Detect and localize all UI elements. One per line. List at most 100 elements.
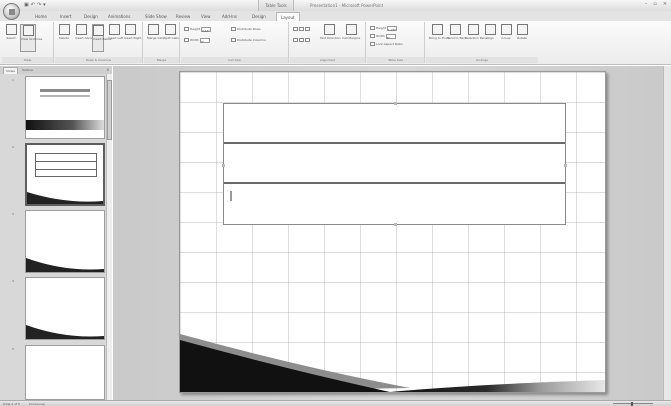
- view-gridlines-button[interactable]: View Gridlines: [20, 24, 42, 52]
- table-width-spinner[interactable]: 8": [385, 33, 396, 40]
- slide-number: 5: [12, 347, 14, 351]
- slide-thumbnail-selected[interactable]: [25, 143, 105, 206]
- tab-outline[interactable]: Outline: [20, 67, 35, 74]
- group-label: Cell Size: [181, 57, 288, 63]
- quick-access-toolbar: ▣ ↶ ↷ ▾: [24, 2, 46, 8]
- slide-canvas[interactable]: [179, 71, 606, 393]
- align-button[interactable]: Align: [483, 24, 497, 52]
- align-left-icon[interactable]: [293, 38, 298, 42]
- table-height-control[interactable]: Height 1.96": [370, 25, 397, 32]
- horizontal-align-buttons[interactable]: [293, 37, 311, 43]
- cell-margins-icon: [345, 24, 357, 35]
- tab-view[interactable]: View: [201, 12, 211, 21]
- slide-thumbnail[interactable]: [25, 210, 105, 273]
- split-cells-button[interactable]: Split Cells: [164, 24, 179, 52]
- group-icon: [500, 24, 512, 35]
- tab-add-ins[interactable]: Add-Ins: [222, 12, 237, 21]
- tab-review[interactable]: Review: [176, 12, 190, 21]
- select-button[interactable]: Select: [5, 24, 17, 52]
- checkbox-icon[interactable]: [370, 42, 375, 46]
- group-label: Table: [2, 57, 53, 63]
- tab-slide-show[interactable]: Slide Show: [145, 12, 167, 21]
- group-label: Arrange: [426, 57, 538, 63]
- tab-animations[interactable]: Animations: [108, 12, 130, 21]
- slides-pane: Slides Outline x 1 2 3 4 5: [0, 66, 112, 400]
- group-label: Table Size: [367, 57, 424, 63]
- ribbon-tabs: Home Insert Design Animations Slide Show…: [0, 11, 671, 21]
- table-row[interactable]: [224, 144, 565, 184]
- table-row[interactable]: [224, 104, 565, 144]
- tab-layout[interactable]: Layout: [276, 12, 300, 21]
- customize-icon[interactable]: ▾: [43, 2, 46, 8]
- resize-handle[interactable]: [394, 102, 397, 105]
- slides-pane-scrollbar[interactable]: [106, 74, 112, 400]
- minimize-icon[interactable]: –: [645, 1, 648, 7]
- cursor-arrow-icon: [5, 24, 17, 35]
- save-icon[interactable]: ▣: [24, 2, 29, 8]
- distribute-columns-icon: [231, 38, 236, 42]
- canvas-vertical-scrollbar[interactable]: [663, 66, 671, 400]
- group-label: Rows & Columns: [55, 57, 142, 63]
- zoom-track[interactable]: [613, 403, 653, 404]
- table[interactable]: [222, 102, 567, 226]
- align-center-icon[interactable]: [299, 38, 304, 42]
- distribute-rows-button[interactable]: Distribute Rows: [231, 26, 261, 32]
- delete-button[interactable]: Delete: [58, 24, 70, 52]
- office-button[interactable]: [3, 3, 20, 20]
- window-title: Presentation1 - Microsoft PowerPoint: [310, 3, 384, 8]
- merge-cells-button[interactable]: Merge Cells: [147, 24, 165, 52]
- insert-below-button[interactable]: Insert Below: [92, 24, 112, 52]
- align-top-icon[interactable]: [293, 27, 298, 31]
- table-height-spinner[interactable]: 1.96": [386, 25, 397, 32]
- insert-left-icon: [108, 24, 120, 35]
- scrollbar-thumb[interactable]: [107, 80, 112, 140]
- cell-margins-button[interactable]: Cell Margins: [342, 24, 360, 52]
- slide-thumbnail[interactable]: [25, 345, 105, 400]
- swoosh-graphic: [27, 192, 103, 204]
- resize-handle[interactable]: [222, 164, 225, 167]
- rotate-button[interactable]: Rotate: [515, 24, 529, 52]
- cell-width-spinner[interactable]: 0": [199, 37, 210, 44]
- table-row[interactable]: [224, 184, 565, 224]
- zoom-knob[interactable]: [631, 402, 633, 406]
- distribute-columns-button[interactable]: Distribute Columns: [231, 37, 266, 43]
- alignment-group: Text Direction Cell Margins Alignment: [290, 22, 366, 63]
- undo-icon[interactable]: ↶: [31, 2, 35, 8]
- tab-design[interactable]: Design: [84, 12, 98, 21]
- send-to-back-button[interactable]: Send to Back: [447, 24, 467, 52]
- align-middle-icon[interactable]: [299, 27, 304, 31]
- slide-thumbnail[interactable]: [25, 76, 105, 139]
- tab-insert[interactable]: Insert: [60, 12, 71, 21]
- align-right-icon[interactable]: [305, 38, 310, 42]
- close-icon[interactable]: ×: [663, 1, 667, 7]
- insert-left-button[interactable]: Insert Left: [108, 24, 123, 52]
- tab-table-design[interactable]: Design: [252, 12, 266, 21]
- text-direction-button[interactable]: Text Direction: [320, 24, 341, 52]
- close-icon[interactable]: x: [107, 67, 109, 72]
- send-to-back-icon: [449, 24, 461, 35]
- delete-table-icon: [58, 24, 70, 35]
- align-bottom-icon[interactable]: [305, 27, 310, 31]
- resize-handle[interactable]: [394, 223, 397, 226]
- tab-home[interactable]: Home: [35, 12, 47, 21]
- cell-height-spinner[interactable]: 0.65": [200, 26, 211, 33]
- insert-right-button[interactable]: Insert Right: [124, 24, 141, 52]
- resize-handle[interactable]: [564, 164, 567, 167]
- cell-width-control[interactable]: Width 0": [184, 37, 210, 44]
- bring-to-front-button[interactable]: Bring to Front: [429, 24, 449, 52]
- slide-thumbnail[interactable]: [25, 277, 105, 340]
- insert-above-button[interactable]: Insert Above: [75, 24, 94, 52]
- redo-icon[interactable]: ↷: [37, 2, 41, 8]
- vertical-align-buttons[interactable]: [293, 26, 311, 32]
- pane-tabs: Slides Outline x: [0, 66, 112, 74]
- tab-slides[interactable]: Slides: [3, 67, 18, 74]
- selection-pane-button[interactable]: Selection Pane: [465, 24, 487, 52]
- bring-to-front-icon: [431, 24, 443, 35]
- cell-height-control[interactable]: Height 0.65": [184, 26, 211, 33]
- lock-aspect-ratio-checkbox[interactable]: Lock Aspect Ratio: [370, 41, 403, 47]
- zoom-slider[interactable]: [603, 402, 663, 406]
- title-slide-band: [26, 120, 104, 130]
- maximize-icon[interactable]: ▫: [653, 1, 656, 7]
- group-button[interactable]: Group: [499, 24, 513, 52]
- table-width-control[interactable]: Width 8": [370, 33, 396, 40]
